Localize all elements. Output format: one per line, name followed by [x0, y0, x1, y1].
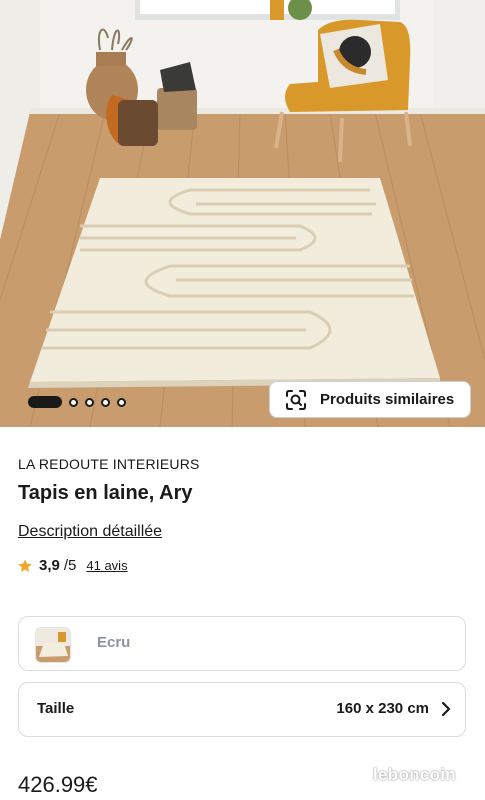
- color-value: Ecru: [97, 634, 131, 651]
- pagination-dot[interactable]: [117, 397, 126, 407]
- size-selector[interactable]: Taille 160 x 230 cm: [18, 682, 466, 737]
- chevron-right-icon: [441, 701, 451, 717]
- pagination-dot[interactable]: [101, 397, 110, 407]
- product-photo: [0, 0, 485, 427]
- product-price: 426.99€: [18, 772, 98, 797]
- product-brand: LA REDOUTE INTERIEURS: [18, 456, 200, 472]
- reviews-link[interactable]: 41 avis: [86, 558, 127, 573]
- color-thumbnail: [35, 627, 71, 663]
- gallery-pagination[interactable]: [28, 396, 126, 408]
- pagination-dot[interactable]: [69, 397, 78, 407]
- pagination-dot-active[interactable]: [28, 396, 62, 408]
- color-selector[interactable]: Ecru: [18, 616, 466, 671]
- detailed-description-link[interactable]: Description détaillée: [18, 523, 162, 541]
- pagination-dot[interactable]: [85, 397, 94, 407]
- product-title: Tapis en laine, Ary: [18, 482, 193, 504]
- leboncoin-watermark: leboncoin: [373, 765, 456, 784]
- size-label: Taille: [37, 700, 75, 717]
- product-image-gallery[interactable]: [0, 0, 485, 427]
- star-icon: [18, 558, 32, 572]
- rating-max: /5: [63, 557, 77, 574]
- size-value: 160 x 230 cm: [336, 700, 429, 717]
- visual-search-icon: [286, 389, 306, 410]
- rating-score: 3,9: [39, 557, 60, 574]
- similar-products-label: Produits similaires: [320, 391, 455, 408]
- similar-products-button[interactable]: Produits similaires: [269, 381, 471, 418]
- product-rating: 3,9 /5 41 avis: [17, 557, 128, 574]
